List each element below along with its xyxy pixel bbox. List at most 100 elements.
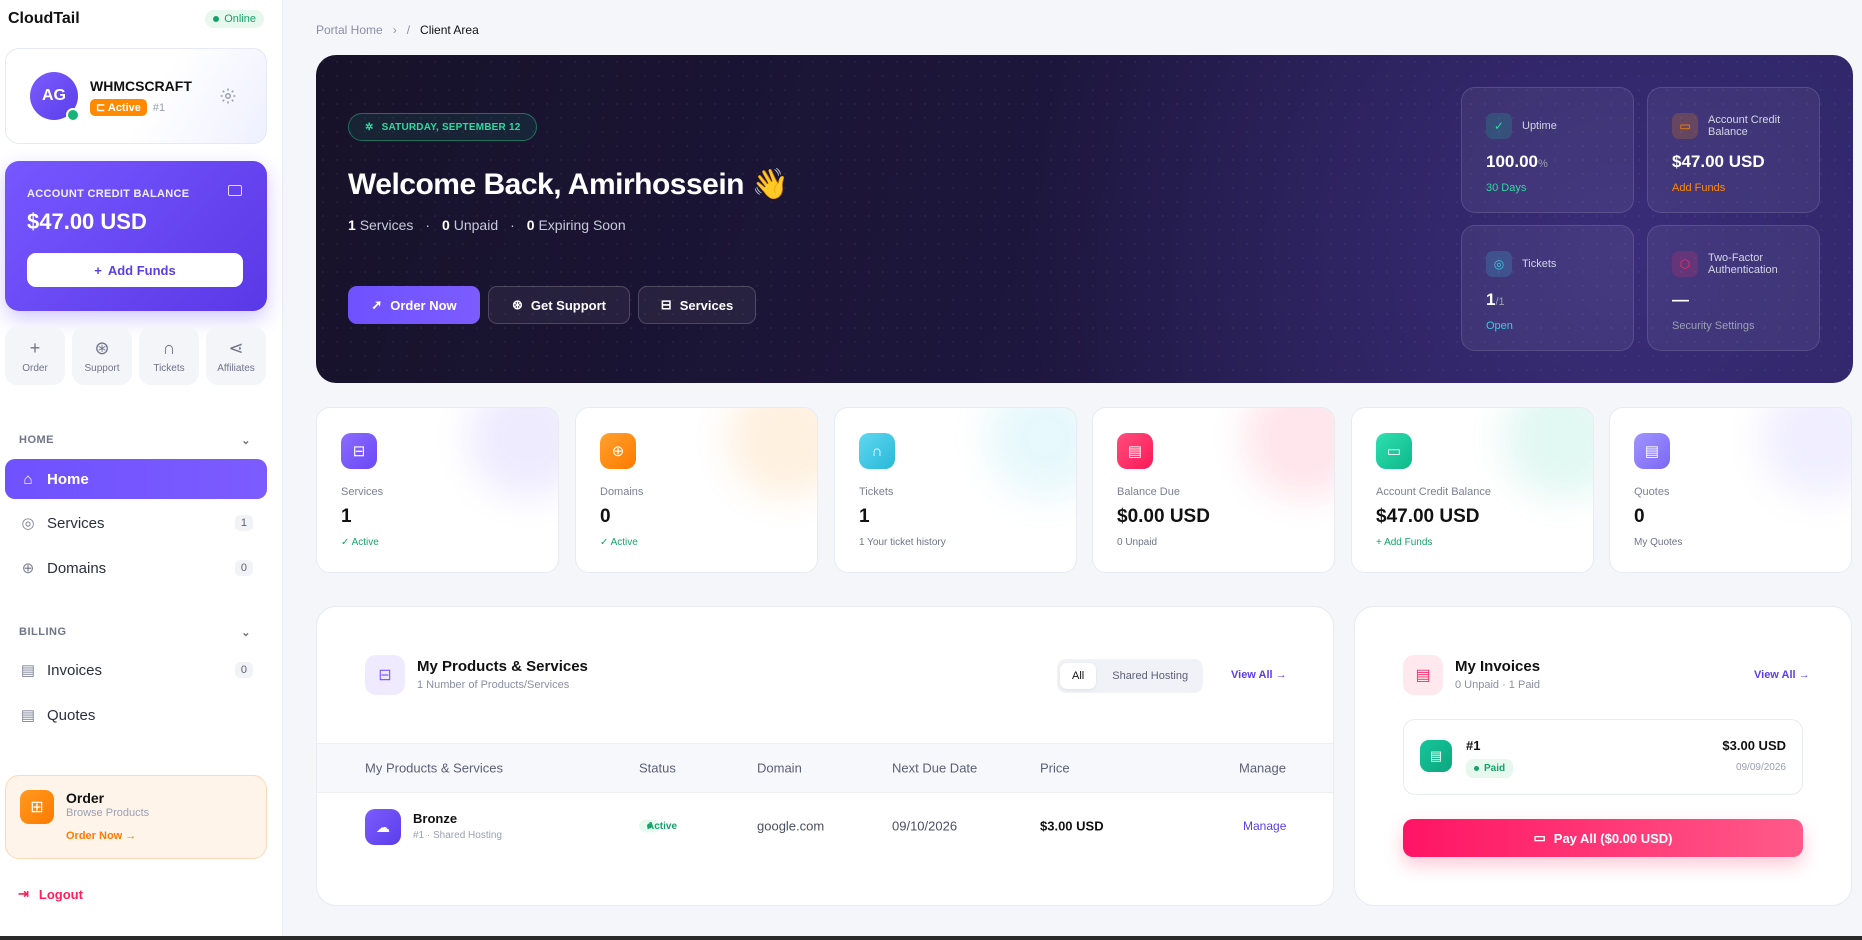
invoice-icon: ▤ <box>1117 433 1153 469</box>
sidebar-item-invoices[interactable]: ▤ Invoices 0 <box>5 650 267 690</box>
server-icon: ⊟ <box>365 655 405 695</box>
quick-order-label: Order <box>22 362 48 374</box>
services-count: 1 <box>234 515 253 531</box>
get-support-button[interactable]: ⊛ Get Support <box>488 286 630 324</box>
security-settings-link[interactable]: Security Settings <box>1672 320 1755 332</box>
sidebar-item-home[interactable]: ⌂ Home <box>5 459 267 499</box>
headset-icon: ∩ <box>162 337 176 358</box>
uptime-label: Uptime <box>1522 120 1557 132</box>
status-badge: ⊏ Active <box>90 99 147 116</box>
home-icon: ⌂ <box>23 470 33 488</box>
summary-unpaid: 0 Unpaid <box>442 217 498 233</box>
breadcrumb: Portal Home › / Client Area <box>316 23 479 37</box>
manage-link[interactable]: Manage <box>1243 819 1286 833</box>
order-now-button[interactable]: ➚ Order Now <box>348 286 480 324</box>
gear-icon[interactable] <box>219 87 237 105</box>
invoices-view-all-link[interactable]: View All → <box>1754 669 1810 681</box>
avatar[interactable]: AG <box>30 72 80 122</box>
quick-tickets-button[interactable]: ∩ Tickets <box>139 327 199 385</box>
summary-expiring-label: Expiring Soon <box>538 217 626 233</box>
invoices-subtitle: 0 Unpaid · 1 Paid <box>1455 679 1540 691</box>
billing-section-label: BILLING <box>19 626 67 638</box>
filter-all[interactable]: All <box>1060 663 1097 689</box>
online-badge: Online <box>205 10 264 28</box>
stat-value: 0 <box>600 506 611 527</box>
logout-button[interactable]: ⇥ Logout <box>18 886 83 902</box>
row-price: $3.00 USD <box>1040 818 1104 834</box>
breadcrumb-home[interactable]: Portal Home <box>316 23 383 37</box>
tickets-card: ◎ Tickets 1/1 Open <box>1461 225 1634 351</box>
hero-credit-value: $47.00 USD <box>1672 152 1765 171</box>
sidebar-item-invoices-label: Invoices <box>47 661 103 679</box>
status-badge: Active <box>639 819 677 833</box>
services-button-label: Services <box>679 297 734 313</box>
cloud-icon: ☁ <box>365 809 401 845</box>
window-bottom-bar <box>0 936 1862 940</box>
summary-services-count: 1 <box>348 217 356 233</box>
stat-add-funds-link[interactable]: + Add Funds <box>1376 537 1432 548</box>
invoice-number: #1 <box>1466 738 1481 753</box>
profile-id: #1 <box>152 101 166 114</box>
chevron-down-icon: ⌄ <box>241 435 251 447</box>
stat-value: $0.00 USD <box>1117 506 1210 527</box>
services-button[interactable]: ⊟ Services <box>638 286 756 324</box>
stat-card-quotes[interactable]: ▤ Quotes 0 My Quotes <box>1609 407 1852 573</box>
stat-card-balance-due[interactable]: ▤ Balance Due $0.00 USD 0 Unpaid <box>1092 407 1335 573</box>
tickets-label: Tickets <box>1522 258 1557 270</box>
summary-services-label: Services <box>359 217 414 233</box>
online-label: Online <box>224 13 256 25</box>
logout-icon: ⇥ <box>18 886 29 901</box>
quick-affiliates-label: Affiliates <box>217 362 255 374</box>
order-now-link[interactable]: Order Now → <box>66 830 136 842</box>
tickets-open-link[interactable]: Open <box>1486 320 1513 332</box>
add-funds-button[interactable]: + Add Funds <box>27 253 243 287</box>
quick-order-button[interactable]: + Order <box>5 327 65 385</box>
sidebar-item-domains-label: Domains <box>47 559 107 577</box>
stat-card-domains[interactable]: ⊕ Domains 0 ✓ Active <box>575 407 818 573</box>
headset-icon: ∩ <box>859 433 895 469</box>
brand-logo[interactable]: CloudTail <box>8 10 80 28</box>
welcome-hero: ✲ SATURDAY, SEPTEMBER 12 Welcome Back, Am… <box>316 55 1853 383</box>
products-panel: ⊟ My Products & Services 1 Number of Pro… <box>316 606 1334 906</box>
chevron-down-icon: ⌄ <box>241 627 251 639</box>
brand-row: CloudTail Online <box>8 8 264 30</box>
uptime-period: 30 Days <box>1486 182 1527 194</box>
sidebar-item-quotes[interactable]: ▤ Quotes <box>5 695 267 735</box>
table-row[interactable]: ☁ Bronze #1 · Shared Hosting Active goog… <box>317 793 1333 859</box>
invoice-icon: ▤ <box>1420 740 1452 772</box>
product-filter: All Shared Hosting <box>1057 659 1204 693</box>
lifebuoy-icon: ⊛ <box>511 297 523 312</box>
hero-add-funds-link[interactable]: Add Funds <box>1672 182 1725 194</box>
plus-icon: + <box>29 337 41 358</box>
sidebar-item-services[interactable]: ◎ Services 1 <box>5 503 267 543</box>
card-glow <box>1503 408 1593 498</box>
stat-card-tickets[interactable]: ∩ Tickets 1 1 Your ticket history <box>834 407 1077 573</box>
paid-badge-label: Paid <box>1484 763 1506 774</box>
twofa-card: ⬡ Two-Factor Authentication — Security S… <box>1647 225 1820 351</box>
wallet-icon: ▭ <box>1376 433 1412 469</box>
col-next-due: Next Due Date <box>892 760 978 776</box>
card-glow <box>727 408 817 498</box>
order-subtitle: Browse Products <box>66 807 150 819</box>
invoices-title: My Invoices <box>1455 658 1541 675</box>
status-badge-label: Active <box>647 820 678 832</box>
stat-card-services[interactable]: ⊟ Services 1 ✓ Active <box>316 407 559 573</box>
stat-value: 0 <box>1634 506 1645 527</box>
home-section-header[interactable]: HOME ⌄ <box>19 434 251 447</box>
tickets-value: 1/1 <box>1486 290 1505 310</box>
pay-all-button[interactable]: ▭ Pay All ($0.00 USD) <box>1403 819 1803 857</box>
stat-card-credit-balance[interactable]: ▭ Account Credit Balance $47.00 USD + Ad… <box>1351 407 1594 573</box>
products-view-all-link[interactable]: View All → <box>1231 669 1287 681</box>
wallet-icon <box>228 185 242 196</box>
gift-icon: ⊞ <box>20 790 54 824</box>
billing-section-header[interactable]: BILLING ⌄ <box>19 626 251 639</box>
invoice-item[interactable]: ▤ #1 Paid $3.00 USD 09/09/2026 <box>1403 719 1803 795</box>
quick-support-button[interactable]: ⊛ Support <box>72 327 132 385</box>
sidebar-item-home-label: Home <box>47 470 89 488</box>
quick-affiliates-button[interactable]: ⋖ Affiliates <box>206 327 266 385</box>
plus-icon: + <box>94 262 102 278</box>
filter-shared-hosting[interactable]: Shared Hosting <box>1100 663 1200 689</box>
sidebar-item-domains[interactable]: ⊕ Domains 0 <box>5 548 267 588</box>
status-badge-label: Active <box>107 102 141 114</box>
product-name[interactable]: Bronze <box>413 811 457 826</box>
